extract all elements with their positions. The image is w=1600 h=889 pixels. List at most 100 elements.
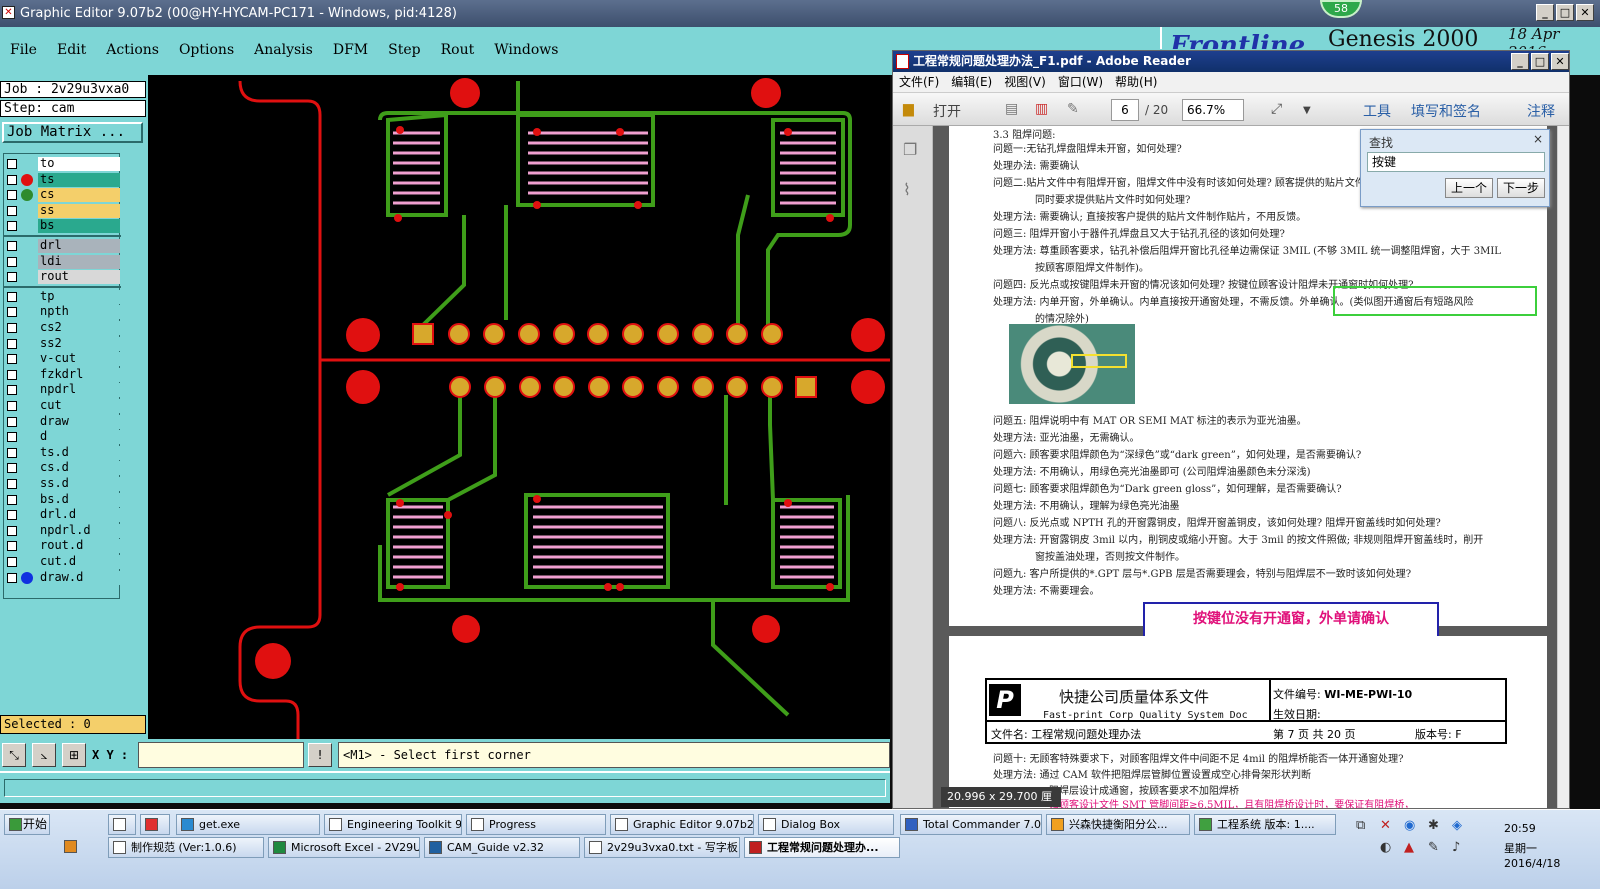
tray-icon[interactable]: ◉ — [1404, 818, 1415, 833]
quicklaunch-1[interactable] — [108, 814, 136, 835]
layer-name[interactable]: cut — [38, 399, 120, 413]
task-engineering-system[interactable]: 工程系统 版本: 1.... — [1194, 814, 1336, 835]
layer-checkbox[interactable] — [7, 385, 17, 396]
open-button[interactable]: 打开 — [933, 101, 961, 121]
layer-row[interactable]: npdrl.d — [4, 523, 121, 539]
task-graphic-editor[interactable]: Graphic Editor 9.07b2 ... — [610, 814, 754, 835]
layer-checkbox[interactable] — [7, 401, 17, 411]
task-dialog-box[interactable]: Dialog Box — [758, 814, 894, 835]
layer-name[interactable]: ts.d — [38, 445, 120, 460]
layer-checkbox[interactable] — [7, 416, 17, 427]
reader-minimize-button[interactable]: _ — [1511, 53, 1529, 70]
menu-file[interactable]: File — [10, 42, 37, 58]
layer-name[interactable]: cs.d — [38, 461, 120, 476]
layer-checkbox[interactable] — [7, 307, 17, 318]
layer-name[interactable]: npth — [38, 305, 120, 320]
layer-name[interactable]: cs2 — [38, 321, 120, 335]
zoom-select[interactable]: 66.7% — [1182, 99, 1244, 121]
close-icon[interactable]: × — [1533, 132, 1543, 146]
menu-rout[interactable]: Rout — [441, 42, 475, 58]
layer-name[interactable]: d — [38, 430, 120, 445]
layer-name[interactable]: draw — [38, 414, 120, 429]
layer-name[interactable]: ss — [38, 203, 120, 218]
layer-name[interactable]: npdrl — [38, 383, 120, 398]
grid-tool-icon[interactable]: ⊞ — [62, 743, 86, 767]
layer-row[interactable]: ss.d — [4, 476, 121, 492]
quicklaunch-2[interactable] — [140, 814, 170, 835]
layer-row[interactable]: ss — [4, 203, 121, 219]
task-cam-guide[interactable]: CAM_Guide v2.32 — [424, 837, 580, 858]
measure-tool-icon[interactable]: ⦣ — [32, 743, 56, 767]
layer-checkbox[interactable] — [7, 463, 17, 474]
layer-row[interactable]: v-cut — [4, 351, 121, 367]
quicklaunch-3[interactable] — [60, 837, 82, 858]
comment-button[interactable]: 注释 — [1527, 101, 1555, 121]
menu-step[interactable]: Step — [388, 42, 420, 58]
xy-input[interactable] — [138, 742, 304, 768]
layer-row[interactable]: drl.d — [4, 507, 121, 523]
layer-name[interactable]: tp — [38, 289, 120, 304]
find-input[interactable]: 按键 — [1367, 152, 1545, 172]
layer-row[interactable]: cs2 — [4, 320, 121, 336]
page-number-input[interactable]: 6 — [1111, 99, 1139, 121]
layer-name[interactable]: cut.d — [38, 555, 120, 569]
layer-checkbox[interactable] — [7, 323, 17, 333]
layer-name[interactable]: fzkdrl — [38, 367, 120, 382]
layer-row[interactable]: tp — [4, 289, 121, 305]
task-progress[interactable]: Progress — [466, 814, 606, 835]
layer-name[interactable]: cs — [38, 188, 120, 203]
layer-checkbox[interactable] — [7, 256, 17, 267]
tray-icon[interactable]: ⧉ — [1356, 818, 1365, 833]
task-xingsen[interactable]: 兴森快捷衡阳分公... — [1046, 814, 1190, 835]
layer-checkbox[interactable] — [7, 572, 17, 583]
layer-row[interactable]: ss2 — [4, 336, 121, 352]
layer-row[interactable]: fzkdrl — [4, 367, 121, 383]
layer-row[interactable]: npth — [4, 304, 121, 320]
task-wordpad[interactable]: 2v29u3vxa0.txt - 写字板 — [584, 837, 740, 858]
zoom-tool-icon[interactable]: ⤡ — [2, 743, 26, 767]
layer-name[interactable]: bs.d — [38, 492, 120, 507]
layer-checkbox[interactable] — [7, 525, 17, 536]
layer-name[interactable]: drl.d — [38, 508, 120, 523]
layer-checkbox[interactable] — [7, 557, 17, 567]
tray-icon[interactable]: ▲ — [1404, 840, 1414, 855]
layer-name[interactable]: rout — [38, 270, 120, 285]
layer-name[interactable]: ts — [38, 172, 120, 187]
layer-row[interactable]: bs — [4, 218, 121, 234]
layer-checkbox[interactable] — [7, 369, 17, 380]
layer-row[interactable]: rout.d — [4, 538, 121, 554]
layer-name[interactable]: to — [38, 157, 120, 171]
layer-row[interactable]: cut — [4, 398, 121, 414]
reader-menu-window[interactable]: 窗口(W) — [1058, 72, 1103, 92]
fit-page-icon[interactable]: ⤢ — [1271, 101, 1282, 117]
tray-icon[interactable]: ◐ — [1380, 840, 1391, 855]
job-matrix-button[interactable]: Job Matrix ... — [2, 122, 143, 143]
volume-icon[interactable]: ♪ — [1452, 840, 1460, 855]
find-next-button[interactable]: 下一步 — [1497, 178, 1545, 198]
task-engineering-toolkit[interactable]: Engineering Toolkit 9.... — [324, 814, 462, 835]
task-get-exe[interactable]: get.exe — [176, 814, 320, 835]
menu-windows[interactable]: Windows — [494, 42, 558, 58]
chevron-down-icon[interactable]: ▼ — [1303, 105, 1311, 116]
layer-checkbox[interactable] — [7, 159, 17, 169]
tray-icon[interactable]: ✕ — [1380, 818, 1391, 833]
layer-row[interactable]: to — [4, 156, 121, 172]
task-adobe-reader[interactable]: 工程常规问题处理办... — [744, 837, 900, 858]
menu-dfm[interactable]: DFM — [333, 42, 368, 58]
document-view[interactable]: 3.3 阻焊问题: 问题一:无钻孔焊盘阻焊未开窗，如何处理? 处理办法: 需要确认问… — [933, 126, 1569, 808]
layer-row[interactable]: bs.d — [4, 492, 121, 508]
tools-button[interactable]: 工具 — [1363, 101, 1391, 121]
layer-row[interactable]: d — [4, 429, 121, 445]
layer-checkbox[interactable] — [7, 241, 17, 251]
layer-row[interactable]: cs — [4, 187, 121, 203]
maximize-button[interactable]: □ — [1556, 4, 1574, 21]
layer-name[interactable]: v-cut — [38, 352, 120, 367]
reader-menu-help[interactable]: 帮助(H) — [1115, 72, 1157, 92]
task-spec[interactable]: 制作规范 (Ver:1.0.6) — [108, 837, 264, 858]
reader-close-button[interactable]: ✕ — [1551, 53, 1569, 70]
tray-icon[interactable]: ✱ — [1428, 818, 1439, 833]
reader-maximize-button[interactable]: □ — [1531, 53, 1549, 70]
create-pdf-icon[interactable]: ▥ — [1035, 101, 1048, 117]
reader-scrollbar[interactable] — [1557, 126, 1569, 808]
info-icon[interactable]: ! — [308, 743, 332, 767]
